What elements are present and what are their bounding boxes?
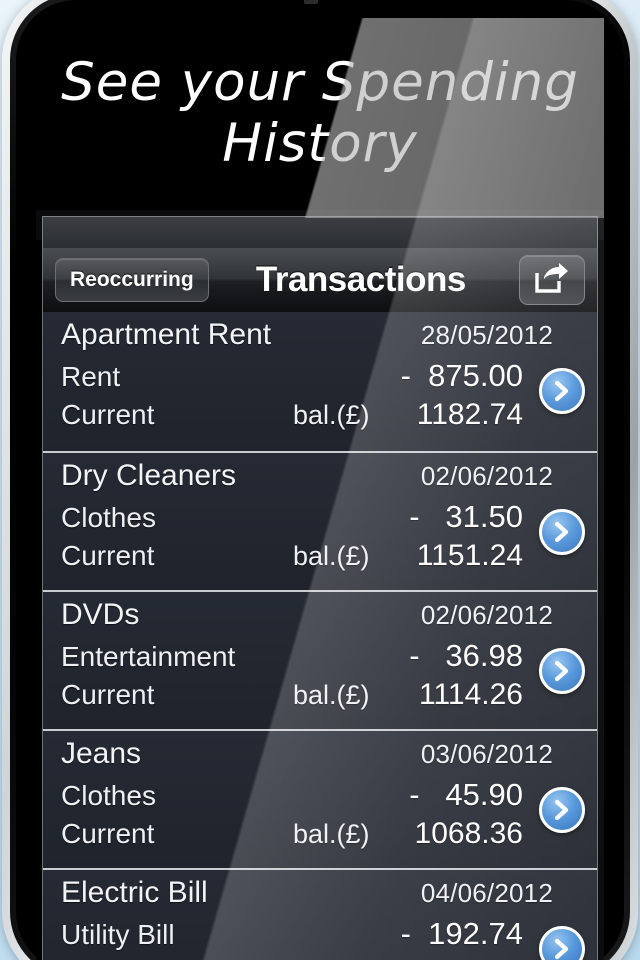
row-line-amount: Entertainment - 36.98 bbox=[43, 638, 597, 678]
balance-label: bal.(£) bbox=[293, 819, 370, 849]
transaction-category: Clothes bbox=[61, 502, 156, 533]
row-line-amount: Clothes - 31.50 bbox=[43, 499, 597, 539]
transaction-category: Entertainment bbox=[61, 641, 236, 672]
disclosure-button[interactable] bbox=[539, 648, 585, 694]
transaction-category: Utility Bill bbox=[61, 919, 175, 950]
reoccurring-button[interactable]: Reoccurring bbox=[55, 258, 209, 302]
row-line-title: Dry Cleaners 02/06/2012 bbox=[43, 459, 597, 499]
phone-screen: See your Spending History Reoccurring Tr… bbox=[36, 18, 604, 960]
promo-headline-line-2: History bbox=[222, 113, 418, 174]
row-line-title: DVDs 02/06/2012 bbox=[43, 598, 597, 638]
row-line-title: Electric Bill 04/06/2012 bbox=[43, 876, 597, 916]
transaction-name: Jeans bbox=[61, 737, 142, 770]
balance-label: bal.(£) bbox=[293, 541, 370, 571]
chevron-right-icon bbox=[552, 521, 572, 543]
row-line-balance: Current bal.(£) 1151.24 bbox=[43, 539, 597, 579]
transaction-date: 04/06/2012 bbox=[420, 878, 553, 908]
promo-headline: See your Spending History bbox=[36, 18, 604, 210]
chevron-right-icon bbox=[552, 799, 572, 821]
row-line-title: Apartment Rent 28/05/2012 bbox=[43, 318, 597, 358]
transaction-date: 02/06/2012 bbox=[420, 461, 553, 491]
transaction-name: Apartment Rent bbox=[61, 318, 272, 351]
screenshot-stage: See your Spending History Reoccurring Tr… bbox=[0, 0, 640, 960]
transaction-name: DVDs bbox=[61, 598, 140, 631]
disclosure-button[interactable] bbox=[539, 368, 585, 414]
transaction-category: Rent bbox=[61, 361, 121, 392]
navigation-bar: Reoccurring Transactions bbox=[42, 248, 598, 312]
table-row[interactable]: DVDs 02/06/2012 Entertainment - 36.98 Cu… bbox=[43, 590, 597, 729]
transaction-date: 28/05/2012 bbox=[420, 320, 553, 350]
row-line-title: Jeans 03/06/2012 bbox=[43, 737, 597, 777]
share-button[interactable] bbox=[519, 255, 585, 305]
transactions-list[interactable]: Apartment Rent 28/05/2012 Rent - 875.00 … bbox=[42, 312, 598, 960]
chevron-right-icon bbox=[552, 380, 572, 402]
balance-label: bal.(£) bbox=[293, 400, 370, 430]
balance-label: bal.(£) bbox=[293, 680, 370, 710]
app-window-top-edge bbox=[42, 216, 598, 248]
promo-headline-line-1: See your Spending bbox=[61, 52, 579, 113]
earpiece-speaker bbox=[304, 0, 318, 4]
transaction-category: Clothes bbox=[61, 780, 156, 811]
transaction-name: Electric Bill bbox=[61, 876, 208, 909]
table-row[interactable]: Jeans 03/06/2012 Clothes - 45.90 Current… bbox=[43, 729, 597, 868]
chevron-right-icon bbox=[552, 660, 572, 682]
row-line-amount: Utility Bill - 192.74 bbox=[43, 916, 597, 956]
transaction-account: Current bbox=[61, 399, 155, 430]
transaction-date: 03/06/2012 bbox=[420, 739, 553, 769]
chevron-right-icon bbox=[552, 938, 572, 960]
disclosure-button[interactable] bbox=[539, 509, 585, 555]
disclosure-button[interactable] bbox=[539, 787, 585, 833]
row-line-balance: Current bal.(£) 1114.26 bbox=[43, 678, 597, 718]
share-export-icon bbox=[535, 262, 569, 298]
row-line-amount: Rent - 875.00 bbox=[43, 358, 597, 398]
row-line-amount: Clothes - 45.90 bbox=[43, 777, 597, 817]
table-row[interactable]: Electric Bill 04/06/2012 Utility Bill - … bbox=[43, 868, 597, 960]
row-line-balance: Current bal.(£) 1068.36 bbox=[43, 817, 597, 857]
transaction-account: Current bbox=[61, 540, 155, 571]
transaction-date: 02/06/2012 bbox=[420, 600, 553, 630]
table-row[interactable]: Apartment Rent 28/05/2012 Rent - 875.00 … bbox=[43, 312, 597, 451]
row-line-balance: Current bal.(£) 1182.74 bbox=[43, 398, 597, 438]
transaction-name: Dry Cleaners bbox=[61, 459, 237, 492]
table-row[interactable]: Dry Cleaners 02/06/2012 Clothes - 31.50 … bbox=[43, 451, 597, 590]
transaction-account: Current bbox=[61, 818, 155, 849]
transaction-account: Current bbox=[61, 679, 155, 710]
page-title: Transactions bbox=[255, 260, 466, 299]
